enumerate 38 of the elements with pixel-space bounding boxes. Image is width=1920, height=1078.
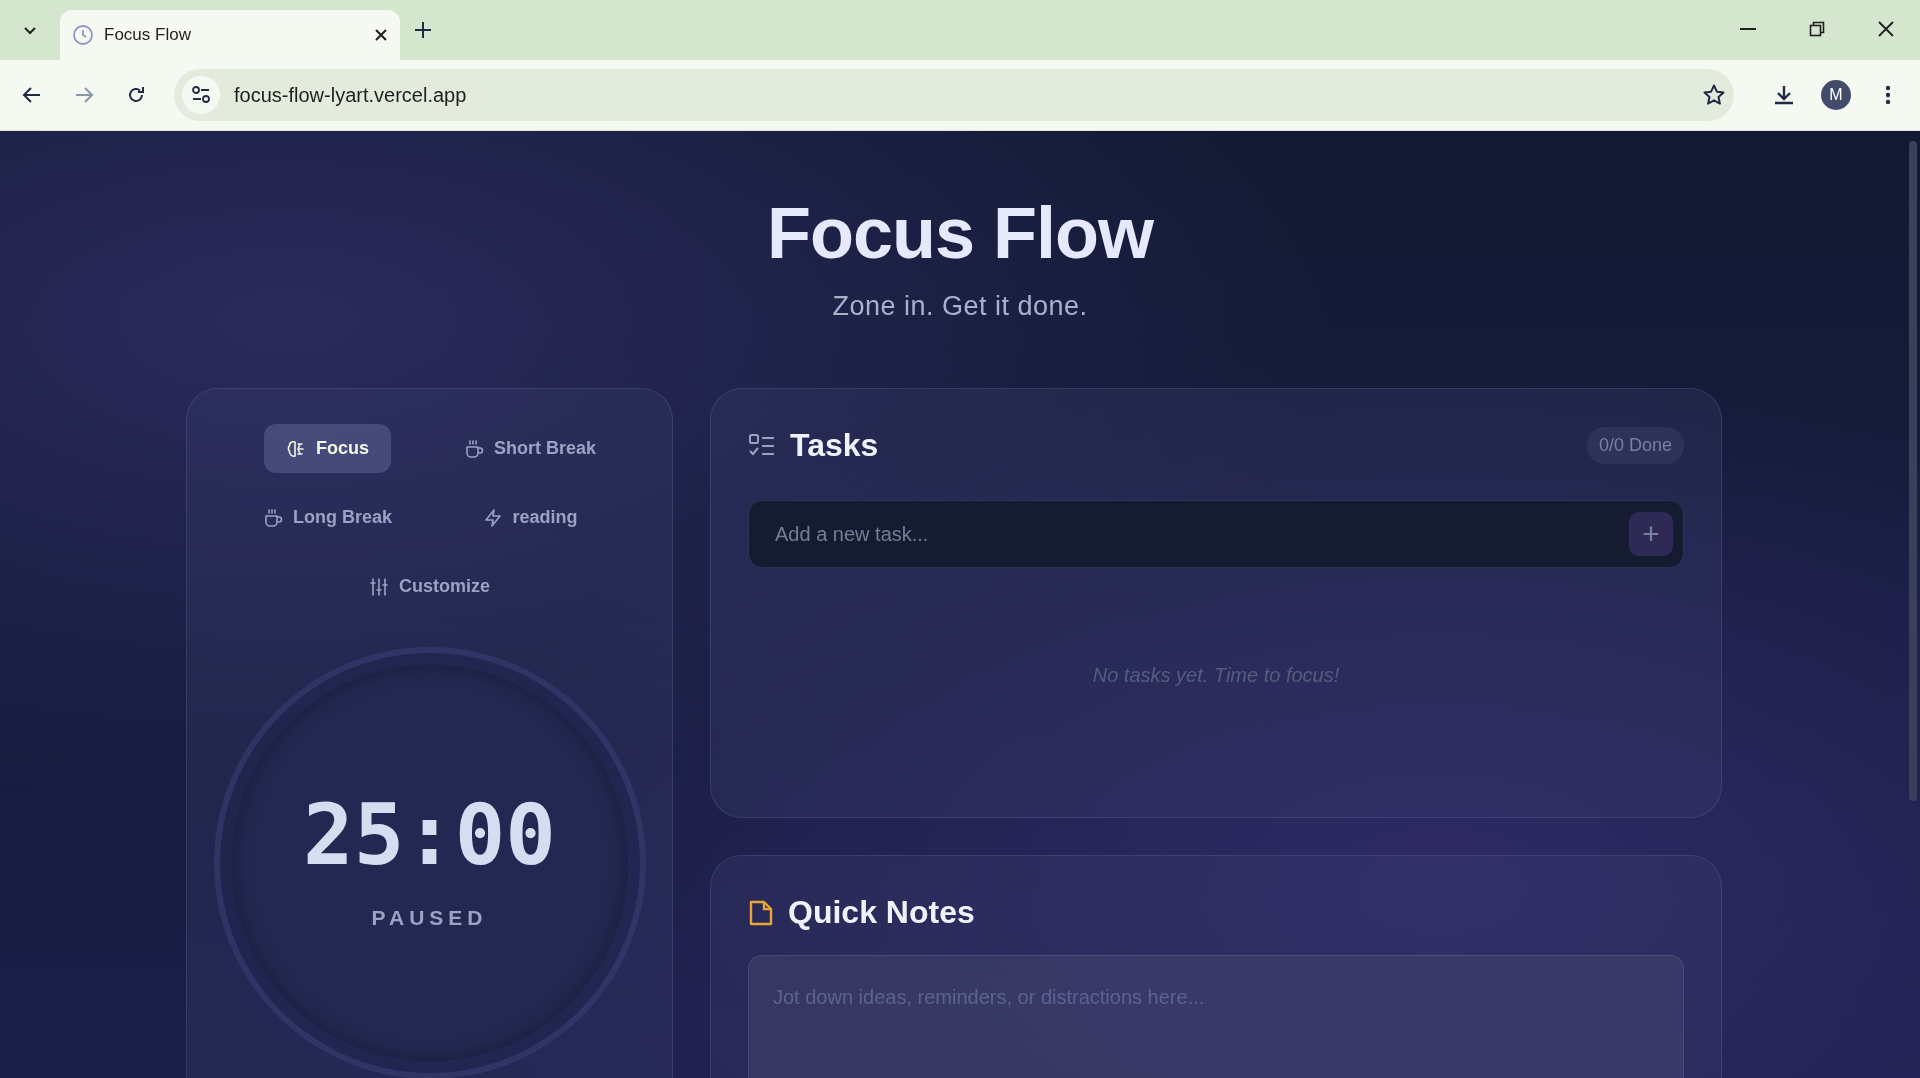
- site-settings-icon[interactable]: [182, 76, 220, 114]
- reload-icon[interactable]: [126, 85, 146, 105]
- timer-display: 25:00: [303, 786, 556, 884]
- task-input-field[interactable]: Add a new task... +: [748, 500, 1684, 568]
- menu-icon[interactable]: [1885, 85, 1891, 105]
- new-tab-icon[interactable]: [414, 21, 432, 39]
- customize-button[interactable]: Customize: [359, 566, 500, 607]
- tab-title: Focus Flow: [104, 25, 192, 45]
- back-arrow-icon[interactable]: [22, 85, 42, 105]
- tasks-title: Tasks: [790, 427, 879, 464]
- mode-tab[interactable]: Long Break: [240, 493, 414, 542]
- close-icon[interactable]: [374, 28, 388, 42]
- app-title: Focus Flow: [767, 197, 1153, 269]
- sliders-icon: [369, 576, 389, 597]
- star-icon[interactable]: [1702, 83, 1726, 107]
- address-bar[interactable]: focus-flow-lyart.vercel.app: [174, 69, 1734, 121]
- scrollbar[interactable]: [1909, 141, 1917, 801]
- timer-status: PAUSED: [371, 906, 488, 930]
- forward-arrow-icon[interactable]: [74, 85, 94, 105]
- download-icon[interactable]: [1772, 83, 1796, 107]
- cup-icon: [262, 507, 283, 528]
- note-icon: [748, 898, 774, 927]
- profile-avatar[interactable]: M: [1821, 80, 1851, 110]
- lightning-icon: [482, 507, 503, 528]
- restore-icon[interactable]: [1808, 21, 1825, 37]
- mode-tab[interactable]: Short Break: [442, 424, 619, 473]
- add-task-button[interactable]: +: [1629, 512, 1673, 556]
- clock-icon: [72, 24, 94, 46]
- mode-tab[interactable]: reading: [460, 493, 600, 542]
- notes-title: Quick Notes: [788, 894, 975, 931]
- close-icon[interactable]: [1877, 21, 1894, 37]
- browser-tab[interactable]: Focus Flow: [60, 10, 400, 60]
- app-subtitle: Zone in. Get it done.: [832, 291, 1088, 322]
- mode-tab[interactable]: Focus: [263, 424, 391, 473]
- minimize-icon[interactable]: [1739, 28, 1756, 30]
- cup-icon: [464, 438, 484, 459]
- task-count-badge: 0/0 Done: [1586, 427, 1684, 464]
- url-text: focus-flow-lyart.vercel.app: [234, 83, 468, 107]
